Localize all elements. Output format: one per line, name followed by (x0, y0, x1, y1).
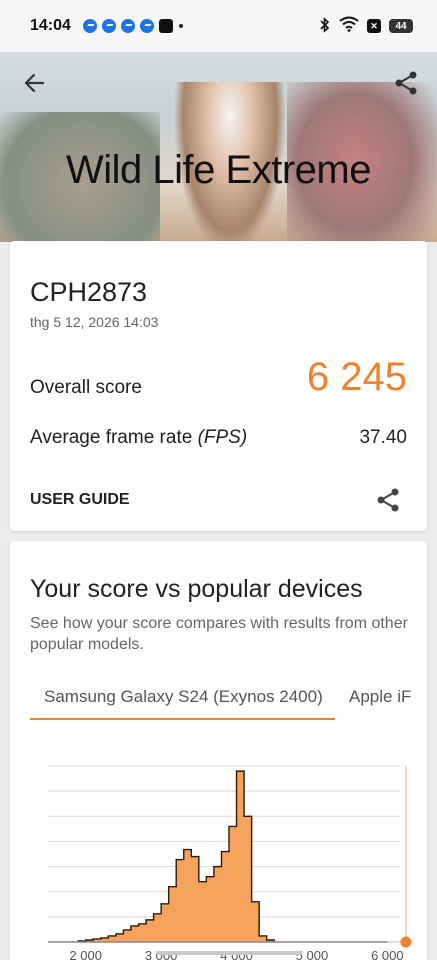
home-indicator (156, 951, 302, 955)
comparison-title: Your score vs popular devices (30, 575, 363, 603)
back-arrow-icon (24, 73, 45, 93)
messenger-icon (101, 19, 116, 33)
status-bar: 14:04 ✕ 44 (0, 0, 437, 52)
comparison-card: Your score vs popular devices See how yo… (10, 541, 427, 960)
page-title: Wild Life Extreme (66, 148, 371, 192)
result-card: CPH2873 thg 5 12, 2026 14:03 Overall sco… (10, 241, 427, 531)
device-name: CPH2873 (30, 277, 148, 307)
overall-score-value: 6 245 (306, 355, 407, 399)
user-guide-link[interactable]: USER GUIDE (30, 491, 130, 509)
result-share-button[interactable] (375, 487, 401, 513)
hero-banner: Wild Life Extreme (0, 52, 437, 242)
comparison-description: See how your score compares with results… (30, 615, 408, 653)
score-distribution-chart: 2 0003 0004 0005 0006 000 (48, 765, 412, 960)
bluetooth-icon (319, 16, 331, 36)
fps-unit: (FPS) (197, 427, 248, 448)
overall-score-label: Overall score (30, 377, 142, 398)
cellular-off-icon: ✕ (367, 19, 381, 33)
chart-x-tick-label: 6 000 (371, 948, 404, 960)
more-notifications-dot-icon (178, 24, 183, 28)
tiktok-icon (158, 19, 173, 33)
share-icon (377, 488, 399, 512)
messenger-icon (139, 19, 154, 33)
back-button[interactable] (22, 70, 48, 96)
wifi-icon (339, 16, 359, 37)
share-icon (395, 71, 417, 95)
your-score-marker (400, 936, 412, 948)
chart-x-tick-label: 2 000 (69, 948, 102, 960)
fps-label-text: Average frame rate (30, 427, 193, 448)
messenger-icon (82, 19, 97, 33)
fps-value: 37.40 (359, 427, 407, 448)
tab-samsung-galaxy-s24[interactable]: Samsung Galaxy S24 (Exynos 2400) (44, 687, 323, 707)
messenger-icon (120, 19, 135, 33)
fps-label: Average frame rate (FPS) (30, 427, 247, 449)
status-icons: ✕ 44 (319, 16, 413, 37)
status-time: 14:04 (30, 17, 71, 34)
tab-apple[interactable]: Apple iF (349, 687, 411, 707)
active-tab-indicator (30, 718, 335, 720)
battery-icon: 44 (389, 19, 413, 33)
share-button[interactable] (393, 70, 419, 96)
test-datetime: thg 5 12, 2026 14:03 (30, 314, 159, 330)
device-tabs: Samsung Galaxy S24 (Exynos 2400) Apple i… (30, 687, 427, 723)
